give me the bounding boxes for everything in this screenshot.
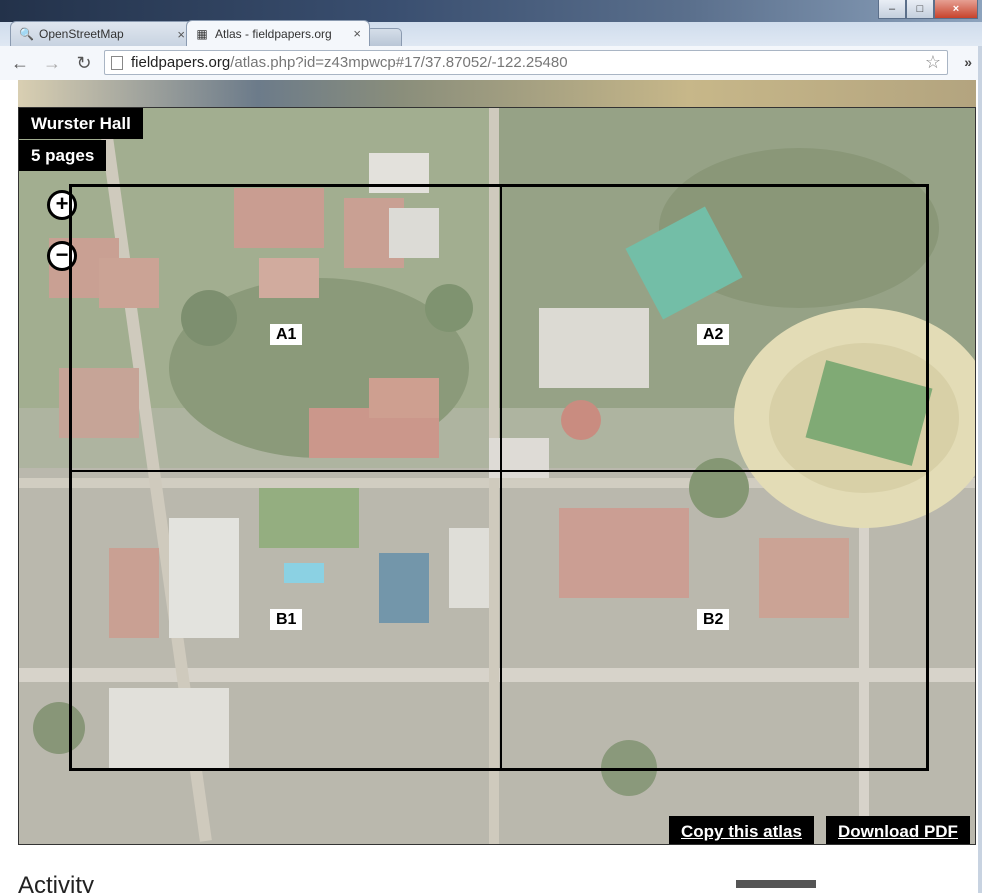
- search-icon: 🔍: [19, 27, 34, 41]
- atlas-icon: ▦: [196, 26, 208, 41]
- close-icon[interactable]: ×: [177, 27, 185, 42]
- tab-label: OpenStreetMap: [39, 27, 124, 41]
- tab-strip: 🔍 OpenStreetMap × ▦ Atlas - fieldpapers.…: [10, 20, 402, 46]
- url-path: /atlas.php?id=z43mpwcp#17/37.87052/-122.…: [230, 54, 568, 71]
- page-label-b2[interactable]: B2: [697, 609, 730, 630]
- atlas-page-grid: A1 A2 B1 B2: [69, 184, 929, 771]
- window-title-bar: [0, 0, 982, 22]
- page-label-a1[interactable]: A1: [270, 324, 303, 345]
- page-label-b1[interactable]: B1: [270, 609, 303, 630]
- minimize-button[interactable]: –: [878, 0, 906, 19]
- page-label-a2[interactable]: A2: [697, 324, 730, 345]
- url-host: fieldpapers.org: [131, 54, 231, 71]
- tab-label: Atlas - fieldpapers.org: [215, 26, 332, 41]
- url-text: fieldpapers.org/atlas.php?id=z43mpwcp#17…: [131, 54, 568, 71]
- window-border: [978, 46, 982, 893]
- tab-openstreetmap[interactable]: 🔍 OpenStreetMap ×: [10, 21, 194, 46]
- copy-atlas-button[interactable]: Copy this atlas: [669, 816, 814, 844]
- back-arrow-icon[interactable]: ←: [8, 51, 32, 75]
- page-icon: [111, 55, 123, 70]
- close-icon[interactable]: ×: [353, 26, 361, 41]
- pages-count: 5 pages: [19, 140, 107, 171]
- new-tab-button[interactable]: [366, 28, 402, 46]
- grid-divider-vertical: [500, 187, 502, 768]
- clipped-content: [736, 880, 816, 888]
- activity-heading: Activity: [18, 872, 95, 893]
- overflow-chevron-icon[interactable]: »: [964, 54, 972, 70]
- page-content: Wurster Hall 5 pages + − A1 A2 B1 B2 Cop…: [0, 80, 978, 893]
- grid-divider-horizontal: [72, 470, 926, 472]
- star-icon[interactable]: ☆: [925, 52, 941, 73]
- close-window-button[interactable]: ×: [934, 0, 978, 19]
- atlas-map[interactable]: Wurster Hall 5 pages + − A1 A2 B1 B2 Cop…: [18, 107, 976, 845]
- atlas-title: Wurster Hall: [19, 108, 143, 139]
- address-bar[interactable]: fieldpapers.org/atlas.php?id=z43mpwcp#17…: [104, 50, 948, 75]
- browser-toolbar: ← → ↻ fieldpapers.org/atlas.php?id=z43mp…: [0, 46, 982, 81]
- download-pdf-button[interactable]: Download PDF: [826, 816, 970, 844]
- forward-arrow-icon[interactable]: →: [40, 51, 64, 75]
- window-controls: – □ ×: [878, 0, 978, 19]
- tab-atlas[interactable]: ▦ Atlas - fieldpapers.org ×: [186, 20, 370, 46]
- reload-icon[interactable]: ↻: [72, 51, 96, 75]
- maximize-button[interactable]: □: [906, 0, 934, 19]
- map-header-sliver: [18, 80, 976, 107]
